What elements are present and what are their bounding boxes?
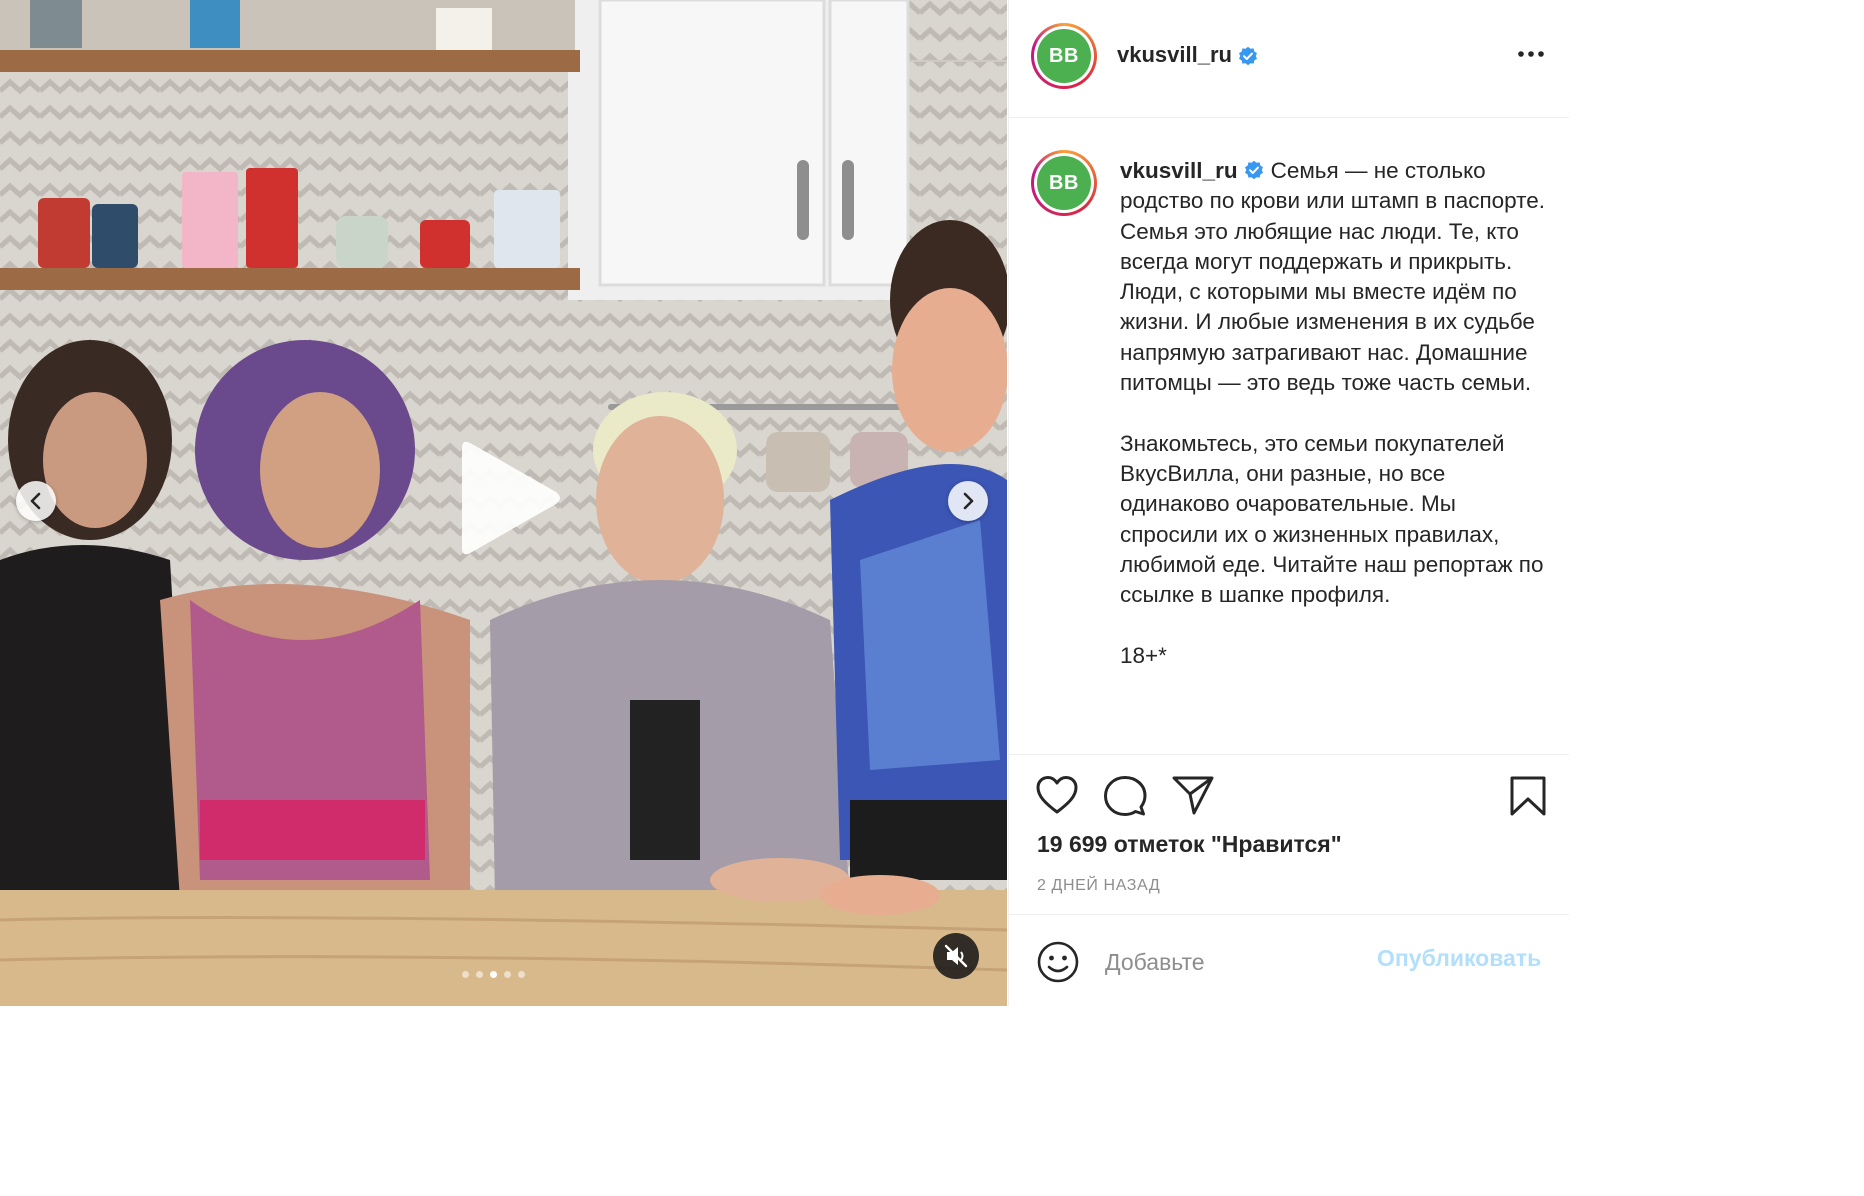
carousel-dot [476,971,483,978]
chevron-left-icon [30,492,41,510]
carousel-dot-active [490,971,497,978]
post-actions: 19 699 отметок "Нравится" 2 ДНЕЙ НАЗАД [1009,754,1569,914]
avatar: ВВ [1037,156,1091,210]
play-icon [462,441,560,555]
chevron-right-icon [963,492,974,510]
caption-avatar[interactable]: ВВ [1031,150,1097,216]
profile-avatar-story-ring[interactable]: ВВ [1031,23,1097,89]
emoji-picker-button[interactable] [1037,941,1079,988]
bookmark-icon [1510,776,1546,816]
comment-button[interactable] [1103,775,1147,822]
caption-text: Семья — не столько родство по крови или … [1120,158,1545,668]
post-header: ВВ vkusvill_ru [1009,0,1569,118]
smiley-icon [1037,941,1079,983]
avatar: ВВ [1037,29,1091,83]
more-options-button[interactable] [1517,46,1545,64]
carousel-prev-button[interactable] [16,481,56,521]
like-count[interactable]: 19 699 отметок "Нравится" [1037,831,1342,858]
post-media[interactable] [0,0,1007,1006]
carousel-dot [462,971,469,978]
mute-toggle-button[interactable] [933,933,979,979]
comment-icon [1104,776,1147,816]
more-options-icon [1518,51,1544,57]
carousel-dot [504,971,511,978]
add-comment-bar: Опубликовать [1009,914,1569,1006]
verified-badge-icon [1244,160,1263,180]
publish-comment-button[interactable]: Опубликовать [1377,945,1541,972]
post-author-username[interactable]: vkusvill_ru [1117,42,1258,68]
caption-username[interactable]: vkusvill_ru [1120,158,1238,183]
heart-icon [1036,776,1078,814]
like-button[interactable] [1035,775,1079,820]
carousel-dot [518,971,525,978]
carousel-next-button[interactable] [948,481,988,521]
carousel-indicator [462,971,525,978]
comment-input[interactable] [1103,943,1357,981]
share-button[interactable] [1171,775,1215,820]
post-caption: vkusvill_ru Семья — не столько родство по… [1120,156,1560,671]
post-sidebar: ВВ vkusvill_ru ВВ vkusvill_ru Семья — не … [1008,0,1569,1006]
save-button[interactable] [1509,775,1547,822]
speaker-muted-icon [944,944,968,968]
verified-badge-icon [1238,46,1257,66]
paper-plane-icon [1172,776,1214,815]
play-button[interactable] [452,440,564,556]
caption-section: ВВ vkusvill_ru Семья — не столько родство… [1009,118,1569,754]
post-timestamp[interactable]: 2 ДНЕЙ НАЗАД [1037,877,1160,895]
